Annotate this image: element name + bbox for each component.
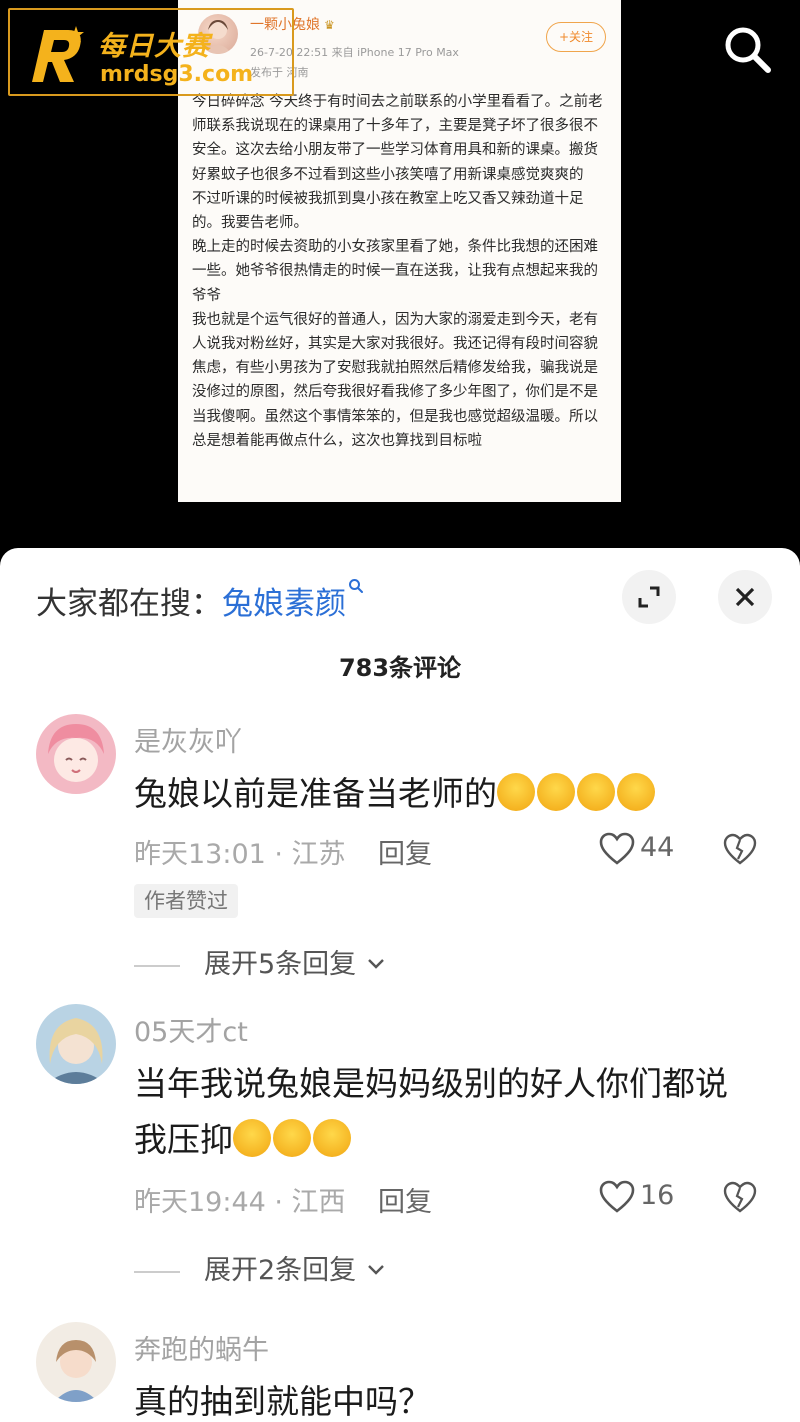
- laugh-cry-emoji-icon: [537, 773, 575, 811]
- author-liked-tag: 作者赞过: [134, 884, 238, 918]
- trending-search-prefix: 大家都在搜：: [36, 586, 222, 622]
- laugh-cry-emoji-icon: [497, 773, 535, 811]
- reply-button[interactable]: 回复: [378, 832, 432, 871]
- watermark-title: 每日大赛: [98, 31, 210, 62]
- broken-heart-icon[interactable]: [722, 1180, 758, 1216]
- follow-button[interactable]: +关注: [546, 22, 606, 52]
- comment-username[interactable]: 05天才ct: [134, 1010, 248, 1049]
- divider-line: [134, 1270, 180, 1273]
- divider-line: [134, 964, 180, 967]
- post-paragraph: 我也就是个运气很好的普通人，因为大家的溺爱走到今天，老有人说我对粉丝好，其实是大…: [192, 311, 598, 449]
- comment-username[interactable]: 奔跑的蜗牛: [134, 1328, 269, 1367]
- comment-username[interactable]: 是灰灰吖: [134, 720, 242, 759]
- post-paragraph: 今日碎碎念 今天终于有时间去之前联系的小学里看看了。之前老师联系我说现在的课桌用…: [192, 94, 603, 183]
- comment-item: 是灰灰吖 兔娘以前是准备当老师的 昨天13:01 · 江苏 回复 44 作者赞过…: [0, 714, 800, 980]
- trending-search[interactable]: 大家都在搜：兔娘素颜: [36, 578, 364, 623]
- laugh-cry-emoji-icon: [617, 773, 655, 811]
- search-icon[interactable]: [718, 20, 778, 80]
- expand-replies[interactable]: 展开5条回复: [134, 942, 387, 981]
- laugh-cry-emoji-icon: [577, 773, 615, 811]
- expand-replies[interactable]: 展开2条回复: [134, 1248, 387, 1287]
- chevron-down-icon: [367, 1265, 384, 1275]
- chevron-down-icon: [367, 959, 384, 969]
- comments-panel: 大家都在搜：兔娘素颜 783条评论 是灰灰吖 兔娘以前是准备当老师的 昨天13:…: [0, 548, 800, 1422]
- reply-button[interactable]: 回复: [378, 1180, 432, 1219]
- search-mini-icon: [348, 578, 364, 599]
- broken-heart-icon[interactable]: [722, 832, 758, 868]
- crying-emoji-icon: [233, 1119, 271, 1157]
- post-paragraph: 不过听课的时候被我抓到臭小孩在教室上吃又香又辣劲道十足的。我要告老师。: [192, 190, 584, 232]
- post-body: 今日碎碎念 今天终于有时间去之前联系的小学里看看了。之前老师联系我说现在的课桌用…: [192, 90, 610, 453]
- close-icon: [735, 587, 755, 607]
- comment-item: 奔跑的蜗牛 真的抽到就能中吗？: [0, 1322, 800, 1422]
- video-area[interactable]: 一颗小兔娘 ♛ 26-7-20 22:51 来自 iPhone 17 Pro Ma…: [0, 0, 800, 560]
- comment-count: 783条评论: [338, 654, 462, 682]
- trending-search-term[interactable]: 兔娘素颜: [222, 586, 346, 622]
- like-count: 16: [640, 1180, 675, 1211]
- watermark-url: mrdsg3.com: [100, 62, 254, 87]
- comment-text: 当年我说兔娘是妈妈级别的好人你们都说 我压抑: [134, 1064, 728, 1159]
- post-paragraph: 晚上走的时候去资助的小女孩家里看了她，条件比我想的还困难一些。她爷爷很热情走的时…: [192, 239, 598, 304]
- like-count: 44: [640, 832, 675, 863]
- like-button[interactable]: 16: [598, 1178, 678, 1218]
- avatar[interactable]: [36, 714, 116, 794]
- watermark: 每日大赛 mrdsg3.com: [8, 8, 294, 96]
- close-button[interactable]: [718, 570, 772, 624]
- avatar[interactable]: [36, 1322, 116, 1402]
- expand-button[interactable]: [622, 570, 676, 624]
- crying-emoji-icon: [273, 1119, 311, 1157]
- crown-icon: ♛: [324, 18, 335, 32]
- expand-icon: [638, 586, 660, 608]
- comment-item: 05天才ct 当年我说兔娘是妈妈级别的好人你们都说 我压抑 昨天19:44 · …: [0, 1004, 800, 1304]
- comment-time-location: 昨天13:01 · 江苏: [134, 839, 346, 870]
- comment-text: 真的抽到就能中吗？: [134, 1382, 431, 1421]
- heart-icon: [599, 832, 635, 865]
- like-button[interactable]: 44: [598, 830, 678, 870]
- avatar[interactable]: [36, 1004, 116, 1084]
- comment-time-location: 昨天19:44 · 江西: [134, 1187, 346, 1218]
- heart-icon: [599, 1180, 635, 1213]
- watermark-logo-icon: [32, 26, 84, 82]
- comment-text: 兔娘以前是准备当老师的: [134, 766, 754, 822]
- crying-emoji-icon: [313, 1119, 351, 1157]
